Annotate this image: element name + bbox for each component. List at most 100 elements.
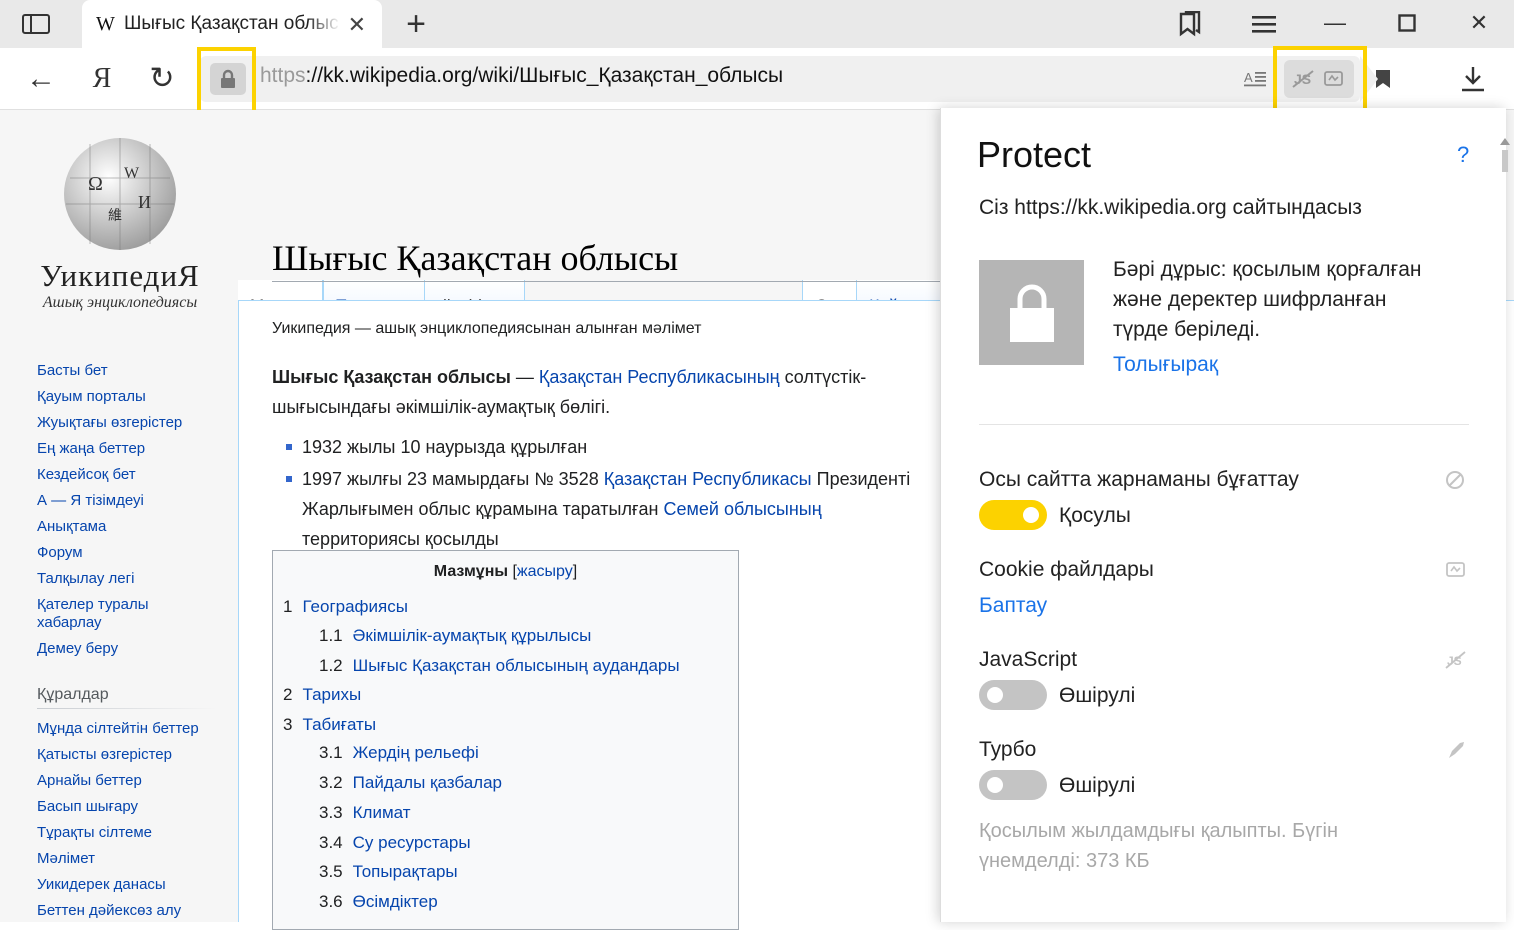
toc-text: Су ресурстары <box>352 833 471 852</box>
bullet-2-link[interactable]: Қазақстан Республикасы <box>604 469 812 489</box>
tools-link[interactable]: Беттен дәйексөз алу <box>37 902 181 920</box>
new-tab-button[interactable]: + <box>398 4 434 44</box>
tools-link[interactable]: Тұрақты сілтеме <box>37 824 152 842</box>
sidebar-link[interactable]: Жуықтағы өзгерістер <box>37 414 207 432</box>
sidebar-link[interactable]: Басты бет <box>37 362 207 380</box>
address-bar[interactable]: https://kk.wikipedia.org/wiki/Шығыс_Қаза… <box>200 56 1390 102</box>
reader-mode-icon[interactable]: A <box>1240 66 1270 92</box>
ad-block-state: Қосулы <box>1059 504 1131 527</box>
lock-highlight <box>197 47 256 118</box>
bullet-icon <box>286 476 292 482</box>
tools-link[interactable]: Басып шығару <box>37 798 138 816</box>
menu-icon[interactable] <box>1246 8 1282 40</box>
intro-text-2: шығысындағы әкімшілік-аумақтық бөлігі. <box>272 397 611 417</box>
toggle-knob <box>987 687 1003 703</box>
sidebar-link[interactable]: Қателер туралы хабарлау <box>37 596 207 632</box>
toc-item[interactable]: 3 Табиғаты <box>283 715 376 735</box>
toc-item[interactable]: 3.3 Климат <box>319 803 411 823</box>
svg-text:A: A <box>1244 70 1253 85</box>
collections-icon[interactable] <box>1172 8 1208 40</box>
tools-link[interactable]: Мәлімет <box>37 850 95 868</box>
url-scheme: https <box>260 64 306 87</box>
reload-button[interactable]: ↻ <box>144 58 180 98</box>
toc-text: Өсімдіктер <box>352 892 438 911</box>
sidebar-link[interactable]: Форум <box>37 544 207 562</box>
toc-text: Табиғаты <box>302 715 377 734</box>
url-text[interactable]: https://kk.wikipedia.org/wiki/Шығыс_Қаза… <box>260 64 783 88</box>
toc-text: Тарихы <box>302 685 362 704</box>
bullet-1: 1932 жылы 10 наурызда құрылған <box>286 432 588 462</box>
toc-item[interactable]: 3.1 Жердің рельефі <box>319 743 479 763</box>
ad-block-label: Осы сайтта жарнаманы бұғаттау <box>979 468 1299 491</box>
tools-link[interactable]: Уикидерек данасы <box>37 876 166 894</box>
toc-text: Топырақтары <box>352 862 458 881</box>
intro-bold: Шығыс Қазақстан облысы <box>272 367 511 387</box>
tools-link[interactable]: Арнайы беттер <box>37 772 142 790</box>
toc-number: 3.1 <box>319 743 343 762</box>
toc-number: 1 <box>283 597 293 616</box>
toc-number: 2 <box>283 685 293 704</box>
toc-item[interactable]: 1.2 Шығыс Қазақстан облысының аудандары <box>319 656 680 676</box>
cookie-settings-link[interactable]: Баптау <box>979 594 1047 618</box>
table-of-contents: Мазмұны [жасыру] 1 Географиясы 1.1 Әкімшілі… <box>272 550 739 930</box>
javascript-toggle[interactable] <box>979 680 1047 710</box>
tools-link[interactable]: Мұнда сілтейтін беттер <box>37 720 199 738</box>
bullet-1-text: 1932 жылы 10 наурызда құрылған <box>302 437 588 457</box>
toc-text: Географиясы <box>302 597 408 616</box>
toc-number: 3 <box>283 715 293 734</box>
toc-item[interactable]: 3.5 Топырақтары <box>319 862 458 882</box>
wikipedia-favicon-icon: W <box>96 12 115 35</box>
toc-number: 3.5 <box>319 862 343 881</box>
secure-lock-icon <box>979 260 1084 365</box>
toc-item[interactable]: 2 Тарихы <box>283 685 361 705</box>
toc-number: 1.1 <box>319 626 343 645</box>
tab-close-icon[interactable]: ✕ <box>348 12 366 38</box>
maximize-icon[interactable] <box>1390 6 1424 40</box>
block-icon <box>1445 470 1465 496</box>
sidebar-link[interactable]: Талқылау легі <box>37 570 207 588</box>
panel-scrollbar-arrow[interactable] <box>1500 138 1510 145</box>
toc-text: Әкімшілік-аумақтық құрылысы <box>352 626 592 645</box>
browser-tab[interactable]: W Шығыс Қазақстан облысы ✕ <box>82 0 382 48</box>
more-info-link[interactable]: Толығырақ <box>1113 353 1218 377</box>
toc-hide-link[interactable]: жасыру <box>517 563 573 580</box>
toc-text: Климат <box>352 803 411 822</box>
tools-link[interactable]: Қатысты өзгерістер <box>37 746 172 764</box>
yandex-home-button[interactable]: Я <box>84 60 120 98</box>
toggle-knob <box>987 777 1003 793</box>
from-wikipedia-line: Уикипедия — ашық энциклопедиясынан алынғ… <box>272 320 702 337</box>
back-button[interactable]: ← <box>22 60 60 98</box>
toc-item[interactable]: 1.1 Әкімшілік-аумақтық құрылысы <box>319 626 591 646</box>
divider <box>979 424 1469 425</box>
toc-item[interactable]: 1 Географиясы <box>283 597 408 617</box>
rocket-icon <box>1445 740 1467 768</box>
wikipedia-globe-logo[interactable]: Ω W И 維 <box>50 128 190 258</box>
downloads-icon[interactable] <box>1454 60 1492 98</box>
toc-item[interactable]: 3.6 Өсімдіктер <box>319 892 438 912</box>
toc-text: Шығыс Қазақстан облысының аудандары <box>352 656 680 675</box>
panel-scrollbar-thumb[interactable] <box>1502 150 1508 172</box>
sidebar-link[interactable]: Қауым порталы <box>37 388 207 406</box>
sidebar-link[interactable]: Анықтама <box>37 518 207 536</box>
status-line-2: және деректер шифрланған <box>1113 288 1387 311</box>
wikipedia-tagline: Ашық энциклопедиясы <box>42 294 198 311</box>
sidebar-link[interactable]: А — Я тізімдеуі <box>37 492 207 510</box>
turbo-label: Турбо <box>979 738 1037 761</box>
close-window-button[interactable]: ✕ <box>1462 6 1496 40</box>
minimize-button[interactable]: — <box>1318 6 1352 40</box>
ad-block-toggle[interactable] <box>979 500 1047 530</box>
toc-title: Мазмұны <box>433 563 509 580</box>
turbo-toggle[interactable] <box>979 770 1047 800</box>
sidebar-link[interactable]: Демеу беру <box>37 640 207 658</box>
javascript-label: JavaScript <box>979 648 1078 671</box>
cookie-icon <box>1445 560 1467 586</box>
sidebar-link[interactable]: Кездейсоқ бет <box>37 466 207 484</box>
toc-item[interactable]: 3.4 Су ресурстары <box>319 833 471 853</box>
sidebar-link[interactable]: Ең жаңа беттер <box>37 440 207 458</box>
bullet-2-text-a: 1997 жылғы 23 мамырдағы № 3528 <box>302 469 604 489</box>
bullet-2-link-2[interactable]: Семей облысының <box>664 499 822 519</box>
sidebar-toggle-icon[interactable] <box>18 10 54 38</box>
intro-link[interactable]: Қазақстан Республикасының <box>539 367 780 387</box>
toc-item[interactable]: 3.2 Пайдалы қазбалар <box>319 773 502 793</box>
help-icon[interactable]: ? <box>1457 142 1469 168</box>
